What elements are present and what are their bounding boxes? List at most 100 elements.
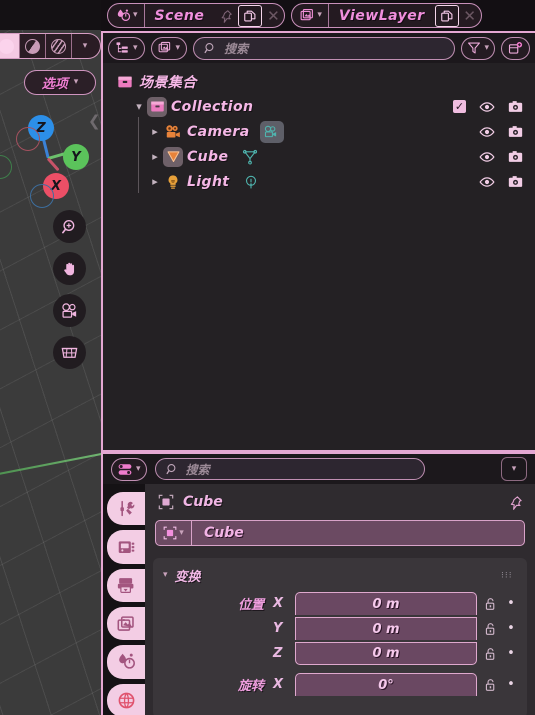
gizmo-axis-neg-y[interactable] — [0, 155, 12, 179]
disable-in-renders-icon[interactable] — [508, 150, 523, 163]
navigation-gizmo[interactable]: Z Y X — [0, 100, 98, 210]
animate-location-x-dot[interactable]: • — [503, 596, 519, 611]
object-data-browse-button[interactable]: ▾ — [156, 521, 192, 545]
viewport-options-dropdown[interactable]: 选项 ▾ — [24, 70, 96, 95]
shading-wireframe-button[interactable] — [0, 34, 20, 58]
gizmo-axis-neg-x[interactable] — [16, 127, 40, 151]
expand-chevron-down-icon[interactable]: ▾ — [131, 100, 147, 113]
expand-chevron-right-icon[interactable]: ▸ — [147, 150, 163, 163]
scene-name[interactable]: Scene — [145, 4, 215, 27]
outliner-row-scene-collection[interactable]: 场景集合 — [103, 69, 535, 94]
collection-checkbox[interactable]: ✓ — [453, 100, 466, 113]
location-x-value[interactable]: 0 m — [295, 592, 477, 615]
render-camera-icon — [118, 541, 134, 554]
outliner-object-toggles[interactable] — [479, 125, 523, 138]
outliner-object-toggles[interactable] — [479, 175, 523, 188]
scene-pin-button[interactable] — [214, 4, 238, 27]
hide-in-viewport-icon[interactable] — [479, 101, 495, 113]
outliner-filter-id-button[interactable]: ▾ — [150, 36, 188, 60]
lock-location-z-icon[interactable] — [477, 647, 503, 661]
properties-tab-column[interactable] — [103, 484, 145, 715]
hide-in-viewport-icon[interactable] — [479, 176, 495, 188]
tab-world[interactable] — [107, 683, 145, 715]
scene-browse-button[interactable]: ▾ — [108, 4, 145, 27]
outliner-search-input[interactable]: 搜索 — [193, 36, 456, 60]
transform-panel-header[interactable]: ▾ 变换 ⁝⁝⁝ — [153, 564, 527, 591]
hide-in-viewport-icon[interactable] — [479, 151, 495, 163]
toggle-perspective-tool-button[interactable] — [53, 336, 86, 369]
mesh-data-icon[interactable] — [238, 146, 262, 168]
outliner-row-collection[interactable]: ▾ Collection ✓ — [103, 94, 535, 119]
camera-data-glyph-icon — [264, 125, 277, 137]
shading-dropdown-button[interactable]: ▾ — [72, 34, 98, 58]
disable-in-renders-icon[interactable] — [508, 125, 523, 138]
animate-location-y-dot[interactable]: • — [503, 621, 519, 636]
scene-id-block[interactable]: ▾ Scene ✕ — [107, 3, 286, 28]
outliner-display-mode-button[interactable]: ▾ — [108, 36, 145, 60]
viewport-header-strip — [0, 0, 101, 30]
tab-view-layer[interactable] — [107, 606, 145, 641]
location-y-value[interactable]: 0 m — [295, 617, 477, 640]
light-data-icon[interactable] — [239, 171, 263, 193]
eye-icon — [479, 101, 495, 112]
zoom-tool-button[interactable] — [53, 210, 86, 243]
chevron-down-icon: ▾ — [175, 42, 181, 53]
gizmo-axis-neg-z[interactable] — [30, 184, 54, 208]
shading-material-preview-button[interactable] — [46, 34, 72, 58]
outliner-collection-toggles[interactable]: ✓ — [453, 100, 523, 113]
object-name-value[interactable]: Cube — [192, 525, 244, 541]
chevron-down-icon[interactable]: ▾ — [163, 571, 168, 580]
transform-row-location-y: Y 0 m • — [153, 616, 527, 641]
properties-pin-button[interactable] — [508, 495, 523, 510]
camera-view-tool-button[interactable] — [53, 294, 86, 327]
lock-location-y-icon[interactable] — [477, 622, 503, 636]
printer-output-icon — [117, 578, 133, 594]
view-layer-images-icon — [117, 615, 134, 631]
viewlayer-close-button[interactable]: ✕ — [459, 7, 481, 25]
pan-tool-button[interactable] — [53, 252, 86, 285]
object-name-field[interactable]: ▾ Cube — [155, 520, 525, 546]
tab-tool[interactable] — [107, 492, 145, 526]
animate-location-z-dot[interactable]: • — [503, 646, 519, 661]
viewlayer-id-block[interactable]: ▾ ViewLayer ✕ — [291, 3, 482, 28]
viewport-shading-buttons[interactable]: ▾ — [0, 33, 101, 59]
scene-new-button[interactable] — [238, 4, 263, 27]
outliner-filter-button[interactable]: ▾ — [461, 36, 495, 60]
shading-solid-button[interactable] — [20, 34, 46, 58]
expand-chevron-right-icon[interactable]: ▸ — [147, 175, 163, 188]
viewlayer-browse-button[interactable]: ▾ — [292, 4, 329, 27]
lock-location-x-icon[interactable] — [477, 597, 503, 611]
camera-data-icon[interactable] — [259, 120, 284, 143]
properties-search-input[interactable]: 搜索 — [154, 458, 425, 480]
tab-render[interactable] — [107, 530, 145, 564]
outliner-object-toggles[interactable] — [479, 150, 523, 163]
hide-in-viewport-icon[interactable] — [479, 126, 495, 138]
lock-rotation-x-icon[interactable] — [477, 678, 503, 692]
rotation-x-value[interactable]: 0° — [295, 673, 477, 696]
gizmo-axis-y[interactable]: Y — [63, 144, 89, 170]
3d-viewport[interactable]: ▾ 选项 ▾ Z Y X ❮ — [0, 0, 101, 715]
scene-close-button[interactable]: ✕ — [262, 7, 284, 25]
tab-scene[interactable] — [107, 645, 145, 679]
animate-rotation-x-dot[interactable]: • — [503, 677, 519, 692]
outliner-row-object[interactable]: ▸ Light — [103, 169, 535, 194]
properties-content: Cube ▾ Cube ▾ 变换 ⁝⁝⁝ 位置 X 0 m • Y 0 m • … — [145, 484, 535, 715]
grid-icon — [61, 347, 78, 358]
viewlayer-new-button[interactable] — [434, 4, 459, 27]
expand-chevron-right-icon[interactable]: ▸ — [147, 125, 163, 138]
tab-output[interactable] — [107, 568, 145, 602]
outliner-new-collection-button[interactable] — [501, 36, 530, 60]
viewlayer-name[interactable]: ViewLayer — [329, 4, 435, 27]
location-z-value[interactable]: 0 m — [295, 642, 477, 665]
outliner-row-object[interactable]: ▸ Cube — [103, 144, 535, 169]
panel-drag-grip[interactable]: ⁝⁝⁝ — [501, 571, 515, 580]
viewport-sidebar-collapse-icon[interactable]: ❮ — [88, 112, 101, 130]
properties-editor-type-button[interactable]: ▾ — [111, 457, 147, 481]
unlock-icon — [485, 647, 494, 660]
outliner-row-object[interactable]: ▸ Camera — [103, 117, 535, 193]
disable-in-renders-icon[interactable] — [508, 175, 523, 188]
properties-options-dropdown[interactable]: ▾ — [501, 457, 527, 481]
viewport-tool-buttons[interactable] — [53, 210, 86, 369]
camera-object-icon — [163, 122, 183, 142]
disable-in-renders-icon[interactable] — [508, 100, 523, 113]
